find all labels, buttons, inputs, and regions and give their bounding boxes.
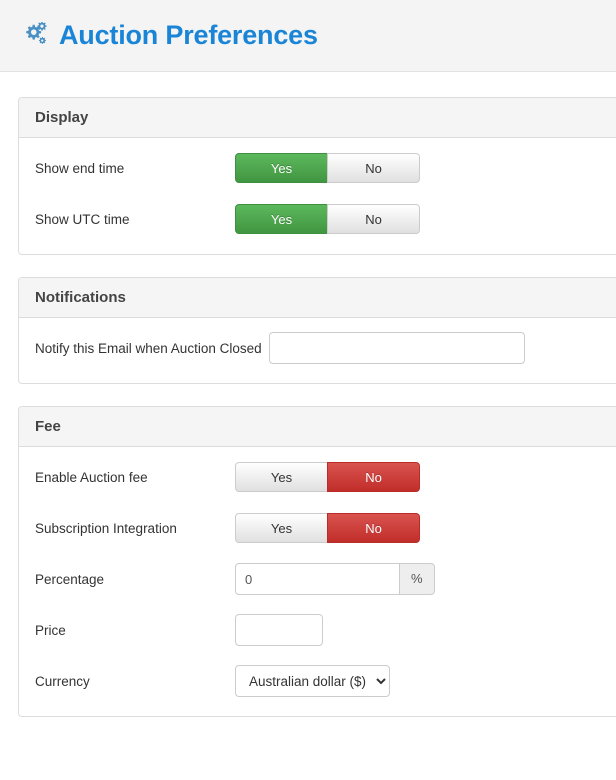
panel-fee-heading: Fee	[19, 407, 616, 447]
notify-email-input[interactable]	[268, 332, 525, 364]
toggle-show-end-time-yes[interactable]: Yes	[235, 153, 328, 183]
panel-notifications-title: Notifications	[35, 289, 126, 306]
toggle-subscription-integration[interactable]: Yes No	[235, 513, 420, 543]
label-currency: Currency	[35, 673, 90, 689]
preferences-content: Display Show end time Yes No Show UTC ti…	[0, 72, 616, 717]
row-subscription-integration: Subscription Integration Yes No	[35, 511, 616, 545]
page-title: Auction Preferences	[59, 20, 318, 50]
toggle-subscription-integration-yes[interactable]: Yes	[235, 513, 328, 543]
panel-notifications-body: Notify this Email when Auction Closed	[19, 318, 616, 383]
row-notify-email: Notify this Email when Auction Closed	[35, 331, 616, 365]
panel-fee-body: Enable Auction fee Yes No Subscription I…	[19, 447, 616, 716]
label-subscription-integration: Subscription Integration	[35, 520, 177, 536]
panel-notifications: Notifications Notify this Email when Auc…	[18, 277, 616, 384]
toggle-subscription-integration-no[interactable]: No	[327, 513, 420, 543]
panel-notifications-heading: Notifications	[19, 278, 616, 318]
row-show-utc-time: Show UTC time Yes No	[35, 202, 616, 236]
percentage-input[interactable]	[235, 563, 400, 595]
panel-fee-title: Fee	[35, 418, 61, 435]
cogs-icon	[18, 21, 48, 50]
panel-display-heading: Display	[19, 98, 616, 138]
label-price: Price	[35, 622, 66, 638]
toggle-enable-auction-fee[interactable]: Yes No	[235, 462, 420, 492]
panel-fee: Fee Enable Auction fee Yes No Subscripti…	[18, 406, 616, 717]
currency-select[interactable]: Australian dollar ($)	[235, 665, 390, 697]
toggle-show-end-time[interactable]: Yes No	[235, 153, 420, 183]
toggle-show-utc-time-no[interactable]: No	[327, 204, 420, 234]
percentage-input-group: %	[235, 563, 435, 595]
page-header: Auction Preferences	[0, 0, 616, 72]
price-input[interactable]	[235, 614, 323, 646]
row-price: Price	[35, 613, 616, 647]
label-notify-email: Notify this Email when Auction Closed	[35, 340, 262, 356]
row-enable-auction-fee: Enable Auction fee Yes No	[35, 460, 616, 494]
row-percentage: Percentage %	[35, 562, 616, 596]
label-percentage: Percentage	[35, 571, 105, 587]
page-header-inner: Auction Preferences	[18, 20, 318, 51]
panel-display-title: Display	[35, 109, 89, 126]
toggle-enable-auction-fee-no[interactable]: No	[327, 462, 420, 492]
panel-display: Display Show end time Yes No Show UTC ti…	[18, 97, 616, 255]
toggle-enable-auction-fee-yes[interactable]: Yes	[235, 462, 328, 492]
panel-display-body: Show end time Yes No Show UTC time Yes N…	[19, 138, 616, 254]
toggle-show-utc-time-yes[interactable]: Yes	[235, 204, 328, 234]
row-show-end-time: Show end time Yes No	[35, 151, 616, 185]
toggle-show-utc-time[interactable]: Yes No	[235, 204, 420, 234]
percent-addon: %	[400, 563, 435, 595]
label-show-utc-time: Show UTC time	[35, 211, 130, 227]
row-currency: Currency Australian dollar ($)	[35, 664, 616, 698]
label-show-end-time: Show end time	[35, 160, 125, 176]
label-enable-auction-fee: Enable Auction fee	[35, 469, 148, 485]
toggle-show-end-time-no[interactable]: No	[327, 153, 420, 183]
